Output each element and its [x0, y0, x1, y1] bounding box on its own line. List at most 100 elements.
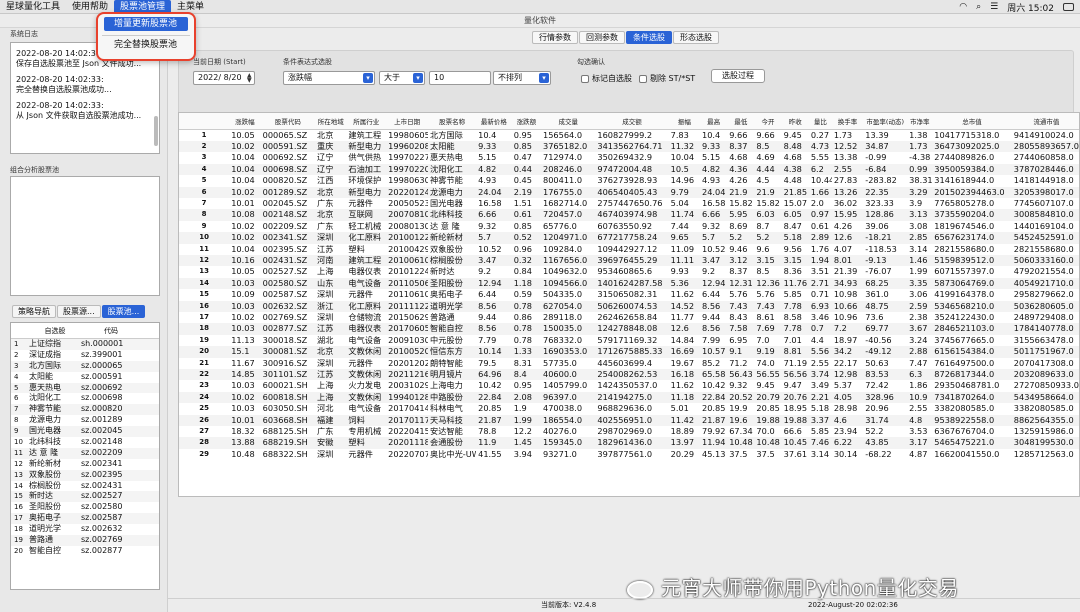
log-scrollbar[interactable]: [154, 116, 158, 146]
table-row[interactable]: 18 10.03 002877.SZ 江苏 电器仪表 20170605 智能自控 8.56 0.…: [179, 323, 1079, 335]
mark-watchlist-checkbox[interactable]: 标记自选股: [581, 73, 632, 85]
list-item[interactable]: 19 普路通 sz.002769: [11, 535, 159, 546]
wifi-icon[interactable]: ◠: [959, 2, 967, 12]
table-row[interactable]: 14 10.03 002580.SZ 山东 电气设备 20110506 圣阳股份 12.94 1…: [179, 277, 1079, 290]
table-row[interactable]: 27 18.32 688125.SH 广东 专用机械 20220415 安达智能 78.8 12…: [179, 426, 1079, 437]
list-item[interactable]: 15 新时达 sz.002527: [11, 491, 159, 503]
list-item[interactable]: 16 圣阳股份 sz.002580: [11, 502, 159, 513]
table-row[interactable]: 8 10.08 002148.SZ 北京 互联网 20070810 北纬科技 6.66 0.61…: [179, 209, 1079, 221]
table-row[interactable]: 22 14.85 301101.SZ 江苏 文教休闲 20211216 明月镜片 64.96 8…: [179, 369, 1079, 381]
table-row[interactable]: 11 10.04 002395.SZ 江苏 塑料 20100429 双象股份 10.52 0.9…: [179, 244, 1079, 255]
tab-stock-source[interactable]: 股票源...: [57, 305, 101, 318]
header-code[interactable]: 代码: [81, 323, 141, 338]
tab-strategy-nav[interactable]: 策略导航: [12, 305, 56, 318]
column-header[interactable]: 成交额: [595, 113, 669, 130]
list-item[interactable]: 1 上证综指 sh.000001: [11, 339, 159, 350]
table-row[interactable]: 16 10.03 002632.SZ 浙江 化工原料 20111122 道明光学 8.56 0.…: [179, 300, 1079, 312]
list-item[interactable]: 11 达 意 隆 sz.002209: [11, 447, 159, 459]
table-row[interactable]: 23 10.03 600021.SH 上海 火力发电 20031029 上海电力 10.42 0…: [179, 380, 1079, 391]
table-row[interactable]: 5 10.04 000820.SZ 江西 环境保护 19980630 神雾节能 4.93 0.4…: [179, 175, 1079, 186]
table-row[interactable]: 13 10.05 002527.SZ 上海 电器仪表 20101224 新时达 9.2 0.84…: [179, 266, 1079, 277]
list-item[interactable]: 10 北纬科技 sz.002148: [11, 437, 159, 448]
list-item[interactable]: 6 沈阳化工 sz.000698: [11, 393, 159, 404]
column-header[interactable]: 股票名称: [428, 113, 477, 130]
checkbox-icon[interactable]: [581, 75, 589, 83]
clock[interactable]: 周六 15:02: [1007, 1, 1054, 14]
column-header[interactable]: 市盈率(动态): [863, 113, 908, 130]
menu-item-full-replace[interactable]: 完全替换股票池: [104, 38, 190, 52]
column-header[interactable]: 最低: [727, 113, 755, 130]
header-watchlist[interactable]: 自选股: [29, 323, 81, 338]
list-item[interactable]: 13 双象股份 sz.002395: [11, 469, 159, 481]
operator-select[interactable]: 大于 ▾: [379, 71, 425, 85]
table-row[interactable]: 4 10.04 000698.SZ 辽宁 石油加工 19970220 沈阳化工 4.82 0.4…: [179, 163, 1079, 176]
tab-condition-select[interactable]: 条件选股: [626, 31, 672, 44]
table-row[interactable]: 6 10.02 001289.SZ 北京 新型电力 20220124 龙源电力 24.04 2.…: [179, 186, 1079, 198]
column-header[interactable]: 涨跌额: [511, 113, 541, 130]
list-item[interactable]: 18 道明光学 sz.002632: [11, 524, 159, 535]
table-row[interactable]: 19 11.13 300018.SZ 湖北 电气设备 20091030 中元股份 7.79 0.…: [179, 335, 1079, 346]
sort-select[interactable]: 不排列 ▾: [493, 71, 551, 85]
list-item[interactable]: 3 北方国际 sz.000065: [11, 360, 159, 372]
list-item[interactable]: 9 国光电器 sz.002045: [11, 426, 159, 438]
tab-pattern-select[interactable]: 形态选股: [673, 31, 719, 44]
select-process-button[interactable]: 选股过程: [711, 69, 765, 83]
column-header[interactable]: 涨跌幅: [229, 113, 261, 130]
column-header[interactable]: 成交量: [540, 113, 596, 130]
column-header[interactable]: 股票代码: [260, 113, 316, 130]
tab-backtest-params[interactable]: 回测参数: [579, 31, 625, 44]
date-input[interactable]: 2022/ 8/20 ▲ ▼: [193, 71, 255, 85]
app-name-menu[interactable]: 星球量化工具: [0, 0, 66, 14]
field-select[interactable]: 涨跌幅 ▾: [283, 71, 375, 85]
menu-item-incremental-update[interactable]: 增量更新股票池: [104, 17, 188, 31]
table-row[interactable]: 21 11.67 300916.SZ 深圳 元器件 20201202 朗特智能 79.5 8.3…: [179, 358, 1079, 369]
column-header[interactable]: 昨收: [781, 113, 809, 130]
table-row[interactable]: 1 10.05 000065.SZ 北京 建筑工程 19980605 北方国际 10.4 0.9…: [179, 129, 1079, 141]
tab-stock-pool[interactable]: 股票池...: [101, 305, 146, 318]
column-header[interactable]: 量比: [808, 113, 832, 130]
exclude-st-checkbox[interactable]: 剔除 ST/*ST: [639, 73, 695, 85]
table-row[interactable]: 12 10.16 002431.SZ 河南 建筑工程 20100610 棕榈股份 3.47 0.…: [179, 254, 1079, 267]
list-item[interactable]: 8 龙源电力 sz.001289: [11, 415, 159, 426]
column-header[interactable]: 上市日期: [386, 113, 428, 130]
table-row[interactable]: 28 13.88 688219.SH 安徽 塑料 20201118 会通股份 11.9 1.45…: [179, 437, 1079, 449]
column-header[interactable]: [179, 113, 230, 130]
list-item[interactable]: 17 奥拓电子 sz.002587: [11, 513, 159, 525]
column-header[interactable]: 最高: [700, 113, 728, 130]
list-item[interactable]: 4 太阳能 sz.000591: [11, 372, 159, 383]
checkbox-icon[interactable]: [639, 75, 647, 83]
combo-pool-list[interactable]: [10, 176, 160, 296]
table-row[interactable]: 29 10.48 688322.SH 深圳 元器件 20220707 奥比中光-UW 41.5…: [179, 449, 1079, 460]
column-header[interactable]: 所属行业: [346, 113, 387, 130]
tab-market-params[interactable]: 行情参数: [532, 31, 578, 44]
table-row[interactable]: 7 10.01 002045.SZ 广东 元器件 20050523 国光电器 16.58 1.5…: [179, 198, 1079, 209]
table-row[interactable]: 17 10.02 002769.SZ 深圳 仓储物流 20150629 普路通 9.44 0.8…: [179, 312, 1079, 323]
list-item[interactable]: 2 深证成指 sz.399001: [11, 350, 159, 361]
column-header[interactable]: 今开: [754, 113, 782, 130]
table-row[interactable]: 26 10.01 603668.SH 福建 饲料 20170117 天马科技 21.87 1.9…: [179, 414, 1079, 427]
table-row[interactable]: 20 15.1 300081.SZ 北京 文教休闲 20100520 恒信东方 10.14 1.…: [179, 346, 1079, 358]
control-center-icon[interactable]: ☰: [990, 2, 998, 12]
list-item[interactable]: 12 新纶新材 sz.002341: [11, 459, 159, 470]
column-header[interactable]: 换手率: [831, 113, 864, 130]
list-item[interactable]: 14 棕榈股份 sz.002431: [11, 481, 159, 492]
list-item[interactable]: 20 智能自控 sz.002877: [11, 546, 159, 557]
result-table[interactable]: 涨跌幅 股票代码 所在地域 所属行业 上市日期 股票名称 最新价格 涨跌额 成交量 成交额 振幅 最高…: [178, 112, 1080, 497]
table-row[interactable]: 10 10.02 002341.SZ 深圳 化工原料 20100122 新纶新材 5.7 0.5…: [179, 232, 1079, 244]
search-icon[interactable]: ⌕: [976, 2, 981, 12]
column-header[interactable]: 所在地域: [315, 113, 347, 130]
menu-extra-icon[interactable]: [1063, 3, 1074, 11]
list-item[interactable]: 7 神雾节能 sz.000820: [11, 404, 159, 416]
column-header[interactable]: 市净率: [907, 113, 933, 130]
column-header[interactable]: 流通市值: [1011, 113, 1079, 130]
table-row[interactable]: 25 10.03 603050.SH 河北 电气设备 20170414 科林电气 20.85 1…: [179, 403, 1079, 414]
column-header[interactable]: 总市值: [932, 113, 1012, 130]
table-row[interactable]: 3 10.04 000692.SZ 辽宁 供气供热 19970227 惠天热电 5.15 0.4…: [179, 152, 1079, 163]
column-header[interactable]: 最新价格: [476, 113, 512, 130]
stock-pool-table[interactable]: 自选股 代码 1 上证综指 sh.000001 2 深证成指 sz.399001 3 北方国际…: [10, 322, 160, 590]
table-row[interactable]: 9 10.02 002209.SZ 广东 轻工机械 20080130 达 意 隆 9.32 0.…: [179, 221, 1079, 232]
table-row[interactable]: 2 10.02 000591.SZ 重庆 新型电力 19960208 太阳能 9.33 0.85…: [179, 140, 1079, 153]
table-row[interactable]: 24 10.02 600818.SH 上海 文教休闲 19940128 中路股份 22.84 2…: [179, 391, 1079, 404]
date-stepper-icon[interactable]: ▲ ▼: [247, 73, 253, 84]
table-row[interactable]: 15 10.09 002587.SZ 深圳 元器件 20110610 奥拓电子 6.44 0.5…: [179, 289, 1079, 300]
